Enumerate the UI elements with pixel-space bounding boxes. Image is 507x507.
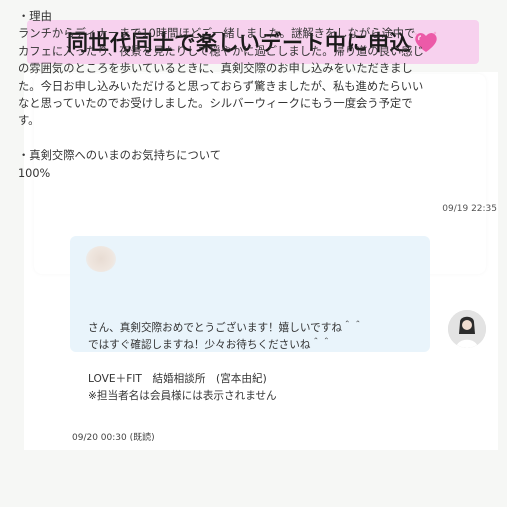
outgoing-message-text: さん、真剣交際おめでとうございます！嬉しいですね＾＾ ではすぐ確認しますね！少々… [88, 322, 364, 402]
incoming-message-text: ・理由 ランチからディナーまで10時間ほどご一緒しました。謎解きをしながら途中で… [18, 10, 424, 180]
blurred-name-mask [86, 246, 116, 272]
staff-avatar[interactable] [448, 310, 486, 348]
person-icon [448, 310, 486, 348]
incoming-timestamp: 09/19 22:35 [442, 204, 497, 214]
outgoing-timestamp: 09/20 00:30 (既読) [72, 433, 155, 443]
